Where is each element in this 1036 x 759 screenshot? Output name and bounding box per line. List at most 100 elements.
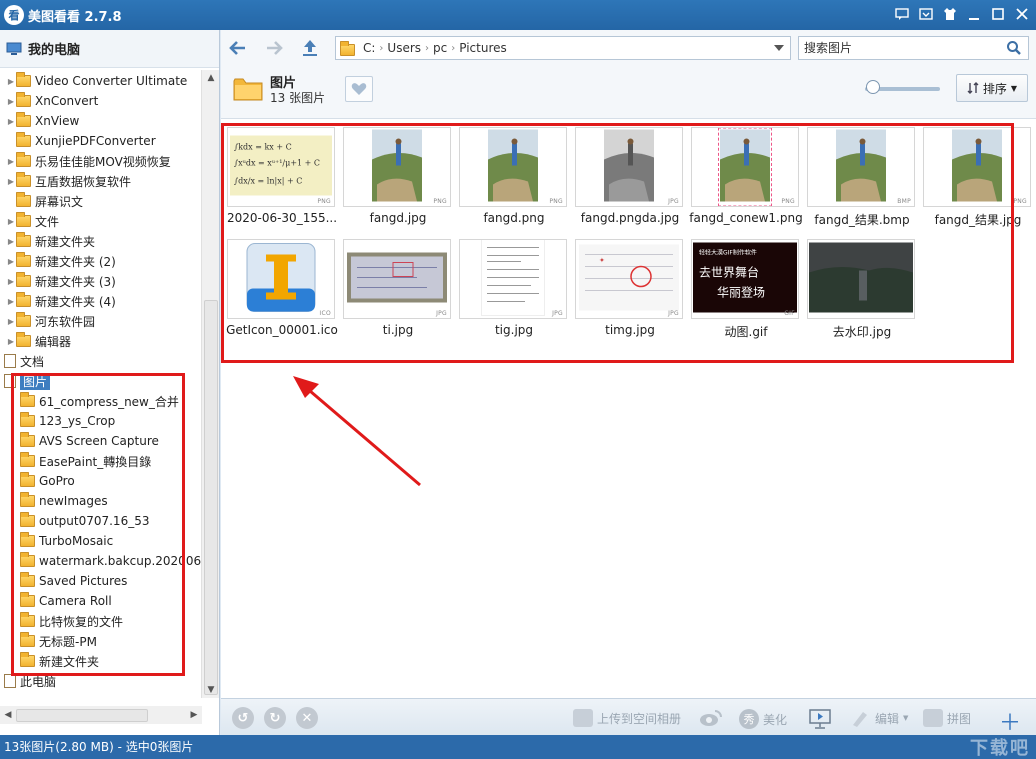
edit-label: 编辑	[875, 711, 900, 726]
folder-icon	[16, 192, 31, 207]
expand-arrow-icon[interactable]: ▶	[6, 257, 16, 266]
search-icon[interactable]	[1006, 40, 1022, 56]
folder-icon	[16, 272, 31, 287]
address-bar[interactable]: C: › Users › pc › Pictures	[335, 36, 791, 60]
scroll-left-icon[interactable]: ◀	[0, 706, 16, 724]
address-segment[interactable]: C:	[363, 41, 375, 55]
tree-item[interactable]: ▶ XnView	[6, 111, 79, 131]
address-folder-icon	[340, 40, 355, 56]
folder-icon	[16, 312, 31, 327]
tree-item-label: 文件	[35, 214, 60, 229]
tree-item-label: 新建文件夹 (4)	[35, 294, 116, 309]
expand-arrow-icon[interactable]: ▶	[6, 317, 16, 326]
folder-icon	[16, 132, 31, 147]
up-folder-icon[interactable]	[299, 37, 321, 59]
tree-item[interactable]: ▶ 新建文件夹 (3)	[6, 271, 116, 291]
address-segment[interactable]: Pictures	[459, 41, 507, 55]
tree-item[interactable]: ▶ 新建文件夹	[6, 231, 95, 251]
search-input[interactable]	[799, 37, 999, 59]
menu-icon[interactable]	[916, 4, 936, 24]
address-segment[interactable]: pc	[433, 41, 447, 55]
edit-dropdown-icon: ▼	[903, 714, 909, 722]
expand-arrow-icon[interactable]: ▶	[6, 217, 16, 226]
feedback-icon[interactable]	[892, 4, 912, 24]
expand-arrow-icon[interactable]: ▶	[6, 117, 16, 126]
weibo-button[interactable]	[699, 709, 723, 727]
scroll-right-icon[interactable]: ▶	[186, 706, 202, 724]
heart-icon	[351, 83, 367, 95]
tree-item[interactable]: ▶ 文件	[6, 211, 59, 231]
tree-item-label: 新建文件夹 (2)	[35, 254, 116, 269]
expand-arrow-icon[interactable]: ▶	[6, 97, 16, 106]
tree-item-label: XunjiePDFConverter	[35, 134, 156, 148]
tree-item-documents[interactable]: 文档	[0, 351, 44, 371]
my-computer-header[interactable]: 我的电脑	[0, 30, 219, 68]
folder-info-bar: 图片 13 张图片 排序 ▼	[221, 68, 1036, 116]
tree-item[interactable]: ▶ 互盾数据恢复软件	[6, 171, 131, 191]
tree-item-label: 乐易佳佳能MOV视频恢复	[35, 154, 171, 169]
tree-item-label: 河东软件园	[35, 314, 96, 329]
close-icon[interactable]	[1012, 4, 1032, 24]
annotation-arrow	[293, 376, 421, 487]
address-dropdown-icon[interactable]	[774, 45, 784, 51]
puzzle-icon	[923, 709, 943, 727]
minimize-icon[interactable]	[964, 4, 984, 24]
tree-item-label: XnView	[35, 114, 80, 128]
back-icon[interactable]	[227, 37, 249, 59]
watermark-text: 下载吧	[970, 738, 1030, 759]
app-title: 美图看看 2.7.8	[28, 9, 122, 25]
forward-icon[interactable]	[263, 37, 285, 59]
delete-icon[interactable]: ✕	[296, 707, 318, 729]
document-icon	[4, 674, 16, 688]
upload-icon	[573, 709, 593, 727]
tree-item-label: Video Converter Ultimate	[35, 74, 188, 88]
scroll-up-icon[interactable]: ▲	[202, 70, 220, 86]
rotate-right-icon[interactable]: ↻	[264, 707, 286, 729]
rotate-left-icon[interactable]: ↺	[232, 707, 254, 729]
scroll-down-icon[interactable]: ▼	[202, 682, 220, 698]
tree-item-label: 编辑器	[35, 334, 72, 349]
tree-item[interactable]: ▶ XnConvert	[6, 91, 98, 111]
add-icon[interactable]: ＋	[999, 705, 1021, 737]
favorite-button[interactable]	[345, 76, 373, 102]
expand-arrow-icon[interactable]: ▶	[6, 177, 16, 186]
slideshow-icon	[809, 709, 831, 729]
tree-item[interactable]: ▶ 河东软件园	[6, 311, 95, 331]
tree-item[interactable]: ▶ 乐易佳佳能MOV视频恢复	[6, 151, 171, 171]
beautify-button[interactable]: 秀 美化	[739, 709, 787, 729]
maximize-icon[interactable]	[988, 4, 1008, 24]
expand-arrow-icon[interactable]: ▶	[6, 277, 16, 286]
scroll-thumb[interactable]	[204, 300, 218, 695]
edit-button[interactable]: 编辑 ▼	[851, 709, 908, 727]
tree-item[interactable]: ▶ 新建文件夹 (2)	[6, 251, 116, 271]
tree-item-label: 文档	[20, 354, 45, 369]
status-bar: 13张图片(2.80 MB) - 选中0张图片 下载吧	[0, 735, 1036, 759]
expand-arrow-icon[interactable]: ▶	[6, 77, 16, 86]
expand-arrow-icon[interactable]: ▶	[6, 237, 16, 246]
slideshow-button[interactable]	[809, 709, 831, 729]
sort-button[interactable]: 排序 ▼	[956, 74, 1028, 102]
tree-item[interactable]: ▶ 编辑器	[6, 331, 71, 351]
tree-item-label: 新建文件夹	[35, 234, 96, 249]
computer-icon	[6, 42, 22, 55]
address-segment[interactable]: Users	[387, 41, 421, 55]
upload-album-button[interactable]: 上传到空间相册	[573, 709, 681, 727]
expand-arrow-icon[interactable]: ▶	[6, 157, 16, 166]
tree-item[interactable]: 屏幕识文	[6, 191, 83, 211]
tree-item[interactable]: ▶ Video Converter Ultimate	[6, 71, 187, 91]
image-count: 13 张图片	[270, 91, 326, 105]
tree-item[interactable]: ▶ 新建文件夹 (4)	[6, 291, 116, 311]
tree-item-label: XnConvert	[35, 94, 99, 108]
beautify-icon: 秀	[739, 709, 759, 729]
folder-icon	[16, 252, 31, 267]
skin-icon[interactable]	[940, 4, 960, 24]
tree-vertical-scrollbar[interactable]: ▲ ▼	[201, 70, 219, 698]
tree-horizontal-scrollbar[interactable]: ◀ ▶	[0, 706, 202, 724]
tree-item[interactable]: XunjiePDFConverter	[6, 131, 156, 151]
file-type-badge: PNG	[1013, 198, 1027, 205]
expand-arrow-icon[interactable]: ▶	[6, 297, 16, 306]
expand-arrow-icon[interactable]: ▶	[6, 337, 16, 346]
hscroll-thumb[interactable]	[16, 709, 148, 722]
zoom-slider-knob[interactable]	[866, 80, 880, 94]
puzzle-button[interactable]: 拼图	[923, 709, 971, 727]
